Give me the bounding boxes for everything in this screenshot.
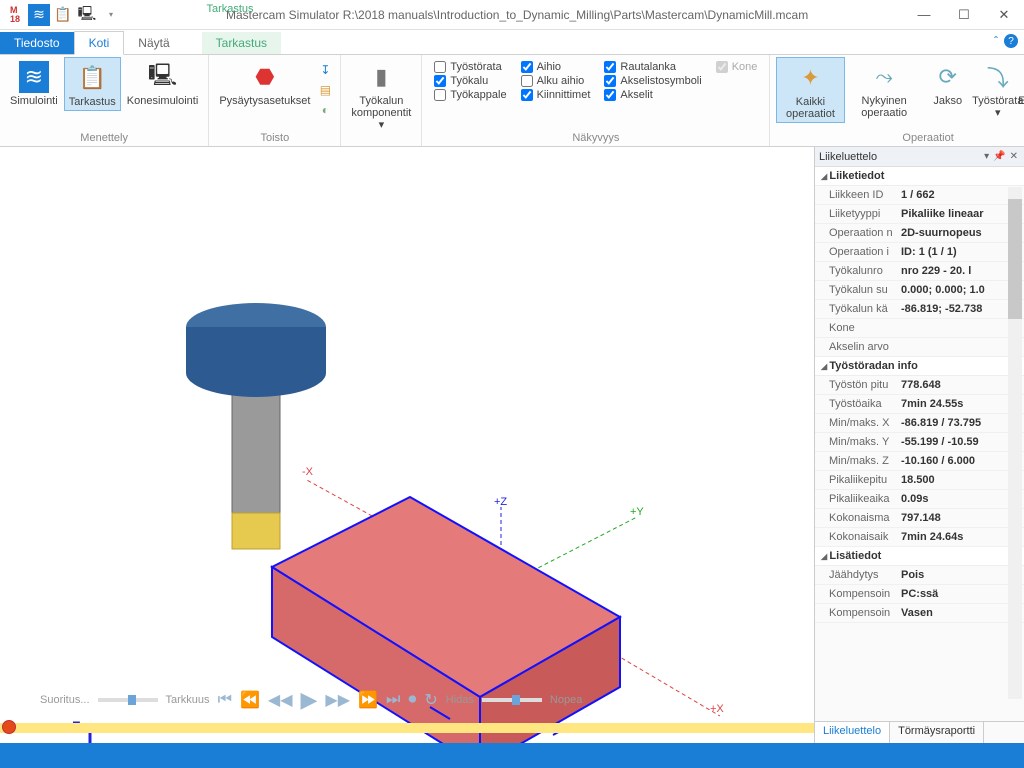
panel-menu-icon[interactable]: ▾: [982, 151, 991, 162]
qat-wave-icon[interactable]: ≋: [28, 4, 50, 26]
panel-title: Liikeluettelo: [819, 151, 982, 163]
section-additional-info[interactable]: Lisätiedot: [815, 547, 1024, 566]
chk-stock[interactable]: Aihio: [521, 61, 591, 73]
section-toolpath-info[interactable]: Työstöradan info: [815, 357, 1024, 376]
bottom-tab-movelist[interactable]: Liikeluettelo: [815, 722, 890, 743]
prev-icon[interactable]: ◀◀: [268, 690, 293, 710]
group-label: Operaatiot: [902, 132, 953, 146]
tool-icon: ▮: [365, 61, 397, 93]
tab-file[interactable]: Tiedosto: [0, 32, 74, 54]
chk-machine: Kone: [716, 61, 758, 73]
all-operations-button[interactable]: ✦Kaikki operaatiot: [776, 57, 844, 123]
chk-wireframe[interactable]: Rautalanka: [604, 61, 701, 73]
stop-icon: ⬣: [249, 61, 281, 93]
current-operation-button[interactable]: ⤳Nykyinen operaatio: [847, 57, 922, 121]
tab-view[interactable]: Näytä: [124, 32, 183, 54]
group-label: Toisto: [260, 132, 289, 146]
step-fwd-icon[interactable]: ⏩: [358, 690, 378, 710]
help-icon[interactable]: ?: [1004, 34, 1018, 48]
verify-button[interactable]: 📋Tarkastus: [64, 57, 121, 111]
chk-tool[interactable]: Työkalu: [434, 75, 506, 87]
playback-label-runspeed: Suoritus...: [40, 694, 90, 706]
playback-label-accuracy: Tarkkuus: [166, 694, 210, 706]
current-op-icon: ⤳: [868, 61, 900, 93]
app-icon: M18: [4, 4, 26, 26]
bottom-tab-collision[interactable]: Törmäysraportti: [890, 722, 984, 743]
group-label: Menettely: [80, 132, 128, 146]
clipboard-check-icon: 📋: [76, 62, 108, 94]
move-list-panel: Liikeluettelo ▾ 📌 ✕ Liiketiedot Liikkeen…: [814, 147, 1024, 743]
playback-label-fast: Nopea: [550, 694, 582, 706]
stop-settings-button[interactable]: ⬣Pysäytysasetukset: [215, 57, 314, 109]
chk-axes[interactable]: Akselit: [604, 89, 701, 101]
play-icon[interactable]: ▶: [301, 687, 318, 713]
next-icon[interactable]: ▶▶: [325, 690, 350, 710]
chk-fixtures[interactable]: Kiinnittimet: [521, 89, 591, 101]
playback-label-slow: Hidas: [446, 694, 474, 706]
record-icon[interactable]: ⏺: [408, 691, 416, 709]
close-button[interactable]: ✕: [984, 0, 1024, 30]
cycle-icon: ⟳: [932, 61, 964, 93]
minimize-button[interactable]: —: [904, 0, 944, 30]
statusbar: [0, 743, 1024, 768]
runspeed-slider[interactable]: [98, 698, 158, 702]
collapse-ribbon-icon[interactable]: ˆ: [994, 34, 998, 48]
qat-dropdown-icon[interactable]: ▾: [100, 4, 122, 26]
chk-initial-stock[interactable]: Alku aihio: [521, 75, 591, 87]
small-tool1-icon[interactable]: ↧: [316, 61, 334, 79]
section-move-info[interactable]: Liiketiedot: [815, 167, 1024, 186]
tool-components-button[interactable]: ▮Työkalun komponentit ▾: [347, 57, 415, 133]
scrollbar[interactable]: [1008, 187, 1022, 699]
toolpath-icon: ⤵: [982, 61, 1014, 93]
ribbon-tabs: Tiedosto Koti Näytä Tarkastus ˆ ?: [0, 30, 1024, 55]
timeline-playhead-icon[interactable]: [2, 720, 16, 734]
skip-start-icon[interactable]: ⏮: [218, 691, 232, 709]
loop-icon[interactable]: ↻: [424, 690, 437, 710]
axis-z-pos: +Z: [494, 496, 507, 508]
toolpath-drop-button[interactable]: ⤵Työstörata▾: [974, 57, 1022, 121]
quick-access-toolbar: M18 ≋ 📋 🖳 ▾: [0, 4, 126, 26]
small-tool3-icon[interactable]: ◐: [316, 101, 334, 119]
svg-text:Y: Y: [118, 742, 128, 743]
cycle-button[interactable]: ⟳Jakso: [924, 57, 972, 109]
viewport-3d[interactable]: +X -X +Y +Z Z Y: [0, 147, 814, 743]
tab-home[interactable]: Koti: [74, 31, 125, 55]
qat-monitor-icon[interactable]: 🖳: [76, 4, 98, 26]
titlebar: M18 ≋ 📋 🖳 ▾ Tarkastus Mastercam Simulato…: [0, 0, 1024, 30]
chk-axis-symbol[interactable]: Akselistosymboli: [604, 75, 701, 87]
simulate-button[interactable]: ≋Simulointi: [6, 57, 62, 109]
qat-clipboard-icon[interactable]: 📋: [52, 4, 74, 26]
wave-icon: ≋: [19, 61, 49, 93]
panel-pin-icon[interactable]: 📌: [991, 151, 1007, 162]
context-tab-group: Tarkastus: [200, 3, 260, 30]
all-ops-icon: ✦: [794, 62, 826, 94]
skip-end-icon[interactable]: ⏭: [386, 691, 400, 709]
ribbon: ≋Simulointi 📋Tarkastus 🖳Konesimulointi M…: [0, 55, 1024, 147]
chk-workpiece[interactable]: Työkappale: [434, 89, 506, 101]
playback-bar: Suoritus... Tarkkuus ⏮ ⏪ ◀◀ ▶ ▶▶ ⏩ ⏭ ⏺ ↻…: [40, 687, 794, 713]
axis-y-pos: +Y: [630, 506, 644, 518]
step-back-icon[interactable]: ⏪: [240, 690, 260, 710]
tab-inspection[interactable]: Tarkastus: [202, 32, 281, 54]
speed-slider[interactable]: [482, 698, 542, 702]
machine-sim-button[interactable]: 🖳Konesimulointi: [123, 57, 203, 109]
small-tool2-icon[interactable]: ▤: [316, 81, 334, 99]
group-label: Näkyvyys: [572, 132, 619, 146]
panel-close-icon[interactable]: ✕: [1008, 151, 1020, 162]
maximize-button[interactable]: ☐: [944, 0, 984, 30]
axis-x-neg: -X: [302, 466, 314, 478]
monitor-icon: 🖳: [147, 61, 179, 93]
chk-toolpath[interactable]: Työstörata: [434, 61, 506, 73]
timeline[interactable]: [0, 723, 814, 733]
